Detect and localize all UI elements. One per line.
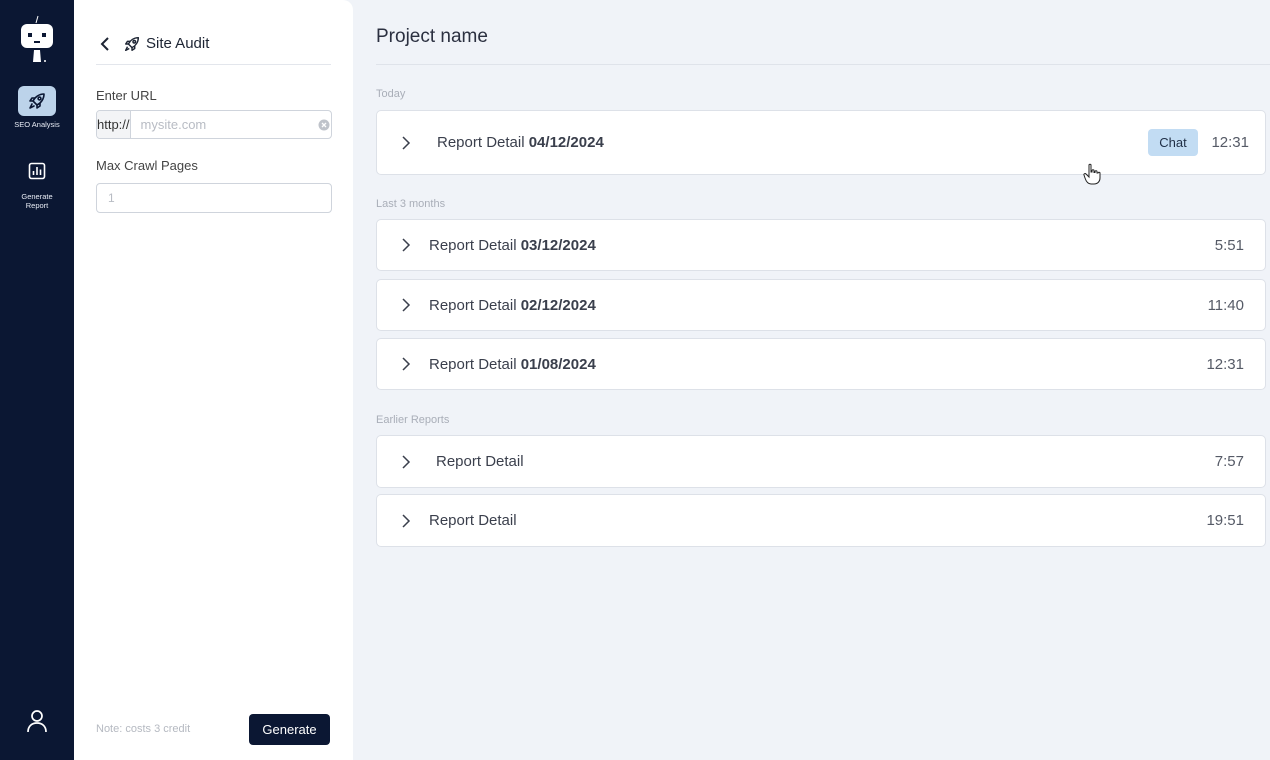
report-time: 7:57 <box>1214 453 1244 470</box>
report-row[interactable]: Report Detail 02/12/2024 11:40 <box>376 279 1266 331</box>
divider <box>376 64 1270 65</box>
report-title: Report Detail 02/12/2024 <box>429 297 596 314</box>
url-field: http:// <box>96 110 332 139</box>
chevron-right-icon[interactable] <box>399 238 413 252</box>
back-button[interactable] <box>96 34 114 54</box>
rail-item-seo-analysis[interactable]: SEO Analysis <box>0 86 74 129</box>
report-title: Report Detail 04/12/2024 <box>437 134 604 151</box>
max-crawl-input[interactable] <box>96 183 332 213</box>
report-time: 11:40 <box>1207 297 1244 314</box>
report-title: Report Detail 03/12/2024 <box>429 237 596 254</box>
max-crawl-label: Max Crawl Pages <box>96 158 198 173</box>
report-row[interactable]: Report Detail 01/08/2024 12:31 <box>376 338 1266 390</box>
chevron-left-icon <box>100 37 109 51</box>
site-audit-panel: Site Audit Enter URL http:// Max Crawl P… <box>74 0 353 760</box>
clear-icon[interactable] <box>317 111 331 138</box>
report-title: Report Detail 01/08/2024 <box>429 356 596 373</box>
generate-button[interactable]: Generate <box>249 714 330 745</box>
report-title: Report Detail <box>436 453 524 470</box>
rail-item-label: Generate Report <box>21 192 53 210</box>
report-row[interactable]: Report Detail 7:57 <box>376 435 1266 488</box>
section-label-today: Today <box>376 88 406 100</box>
chevron-right-icon[interactable] <box>399 136 413 150</box>
hand-pointer-icon <box>1083 163 1101 185</box>
app-rail: SEO Analysis Generate Report <box>0 0 74 760</box>
robot-logo-icon <box>21 15 53 62</box>
report-row[interactable]: Report Detail 04/12/2024 Chat 12:31 <box>376 110 1266 175</box>
chevron-right-icon[interactable] <box>399 298 413 312</box>
bar-chart-icon <box>18 158 56 184</box>
url-input[interactable] <box>130 111 317 138</box>
section-label-last-3-months: Last 3 months <box>376 198 446 210</box>
chevron-right-icon[interactable] <box>399 357 413 371</box>
report-row[interactable]: Report Detail 03/12/2024 5:51 <box>376 219 1266 271</box>
panel-title: Site Audit <box>146 35 210 52</box>
user-icon[interactable] <box>25 708 49 734</box>
report-time: 12:31 <box>1211 134 1249 151</box>
report-time: 5:51 <box>1214 237 1244 254</box>
report-time: 12:31 <box>1206 356 1244 373</box>
section-label-earlier-reports: Earlier Reports <box>376 414 450 426</box>
report-row[interactable]: Report Detail 19:51 <box>376 494 1266 547</box>
report-title: Report Detail <box>429 512 517 529</box>
chat-button[interactable]: Chat <box>1148 129 1198 156</box>
main-content: Project name Today Report Detail 04/12/2… <box>353 0 1270 760</box>
report-time: 19:51 <box>1206 512 1244 529</box>
rail-item-label: SEO Analysis <box>14 120 60 129</box>
chevron-right-icon[interactable] <box>399 514 413 528</box>
panel-header: Site Audit <box>96 34 331 65</box>
chevron-right-icon[interactable] <box>399 455 413 469</box>
credit-note: Note: costs 3 credit <box>96 723 191 735</box>
url-prefix: http:// <box>97 111 131 138</box>
rocket-icon <box>122 34 142 54</box>
rail-item-generate-report[interactable]: Generate Report <box>0 158 74 210</box>
rocket-icon <box>18 86 56 116</box>
url-label: Enter URL <box>96 88 157 103</box>
page-title: Project name <box>376 26 488 47</box>
